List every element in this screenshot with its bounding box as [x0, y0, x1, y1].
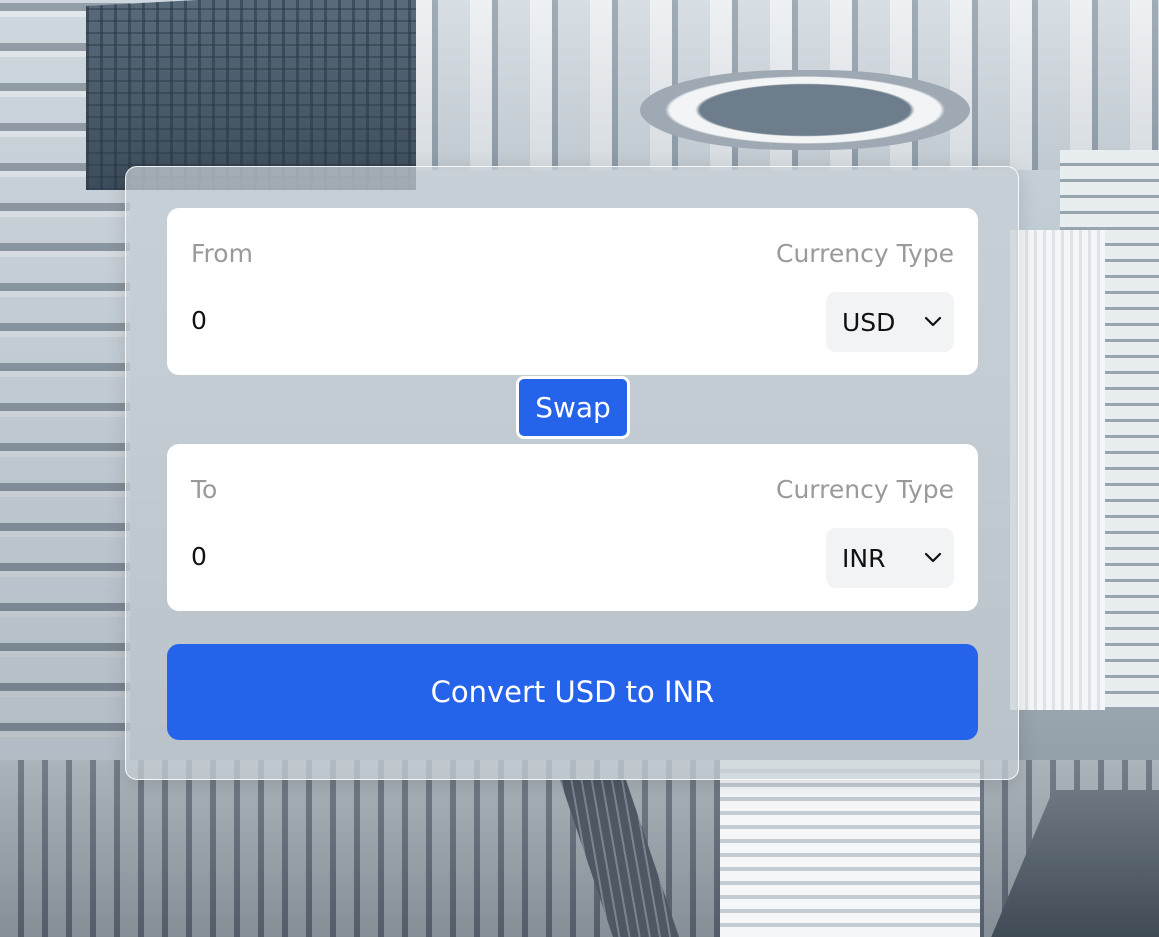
- to-label: To: [191, 475, 218, 504]
- to-currency-select[interactable]: INR: [826, 528, 954, 588]
- convert-button[interactable]: Convert USD to INR: [167, 644, 978, 740]
- background-glass-tower: [86, 0, 416, 190]
- to-amount-input[interactable]: [189, 536, 733, 576]
- to-currency-type-label: Currency Type: [775, 475, 954, 504]
- from-amount-input[interactable]: [189, 300, 733, 340]
- background-city-image: From Currency Type USD Swap To Currency …: [0, 0, 1159, 937]
- background-white-tower: [1010, 230, 1105, 710]
- swap-button[interactable]: Swap: [516, 376, 630, 439]
- from-currency-select[interactable]: USD: [826, 292, 954, 352]
- from-card: From Currency Type USD: [167, 208, 978, 375]
- to-card: To Currency Type INR: [167, 444, 978, 611]
- background-stadium: [640, 70, 970, 150]
- currency-converter-panel: From Currency Type USD Swap To Currency …: [125, 166, 1019, 780]
- to-currency-value: INR: [842, 543, 886, 573]
- from-currency-value: USD: [842, 307, 896, 337]
- from-currency-type-label: Currency Type: [775, 239, 954, 268]
- chevron-down-icon: [924, 316, 942, 328]
- background-white-building: [720, 760, 980, 937]
- from-label: From: [191, 239, 253, 268]
- chevron-down-icon: [924, 552, 942, 564]
